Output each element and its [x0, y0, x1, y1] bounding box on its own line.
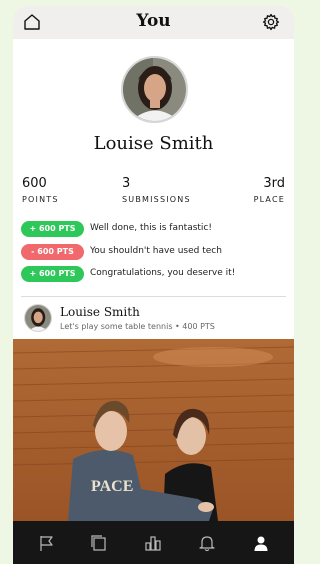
points-value: 600 [22, 176, 47, 191]
person-icon[interactable] [252, 534, 270, 552]
flag-icon[interactable] [38, 534, 56, 552]
activity-message: Congratulations, you deserve it! [90, 268, 236, 278]
cards-icon[interactable] [90, 534, 108, 552]
activity-message: You shouldn't have used tech [90, 246, 222, 256]
place-label: PLACE [253, 195, 285, 204]
submissions-value: 3 [122, 176, 131, 191]
profile-name: Louise Smith [93, 133, 214, 154]
points-badge: + 600 PTS [21, 221, 84, 237]
page-title: You [136, 11, 171, 31]
post-author-name[interactable]: Louise Smith [60, 305, 140, 319]
shirt-text: PACE [91, 478, 133, 495]
top-bar: You [13, 6, 294, 39]
post-photo[interactable]: PACE [13, 339, 294, 521]
post-subtitle: Let's play some table tennis • 400 PTS [60, 322, 215, 331]
place-value: 3rd [263, 176, 285, 191]
divider [21, 296, 286, 297]
points-badge: - 600 PTS [21, 244, 84, 260]
bell-icon[interactable] [198, 534, 216, 552]
activity-message: Well done, this is fantastic! [90, 223, 212, 233]
points-badge: + 600 PTS [21, 266, 84, 282]
bar-chart-icon[interactable] [144, 534, 162, 552]
post-author-avatar[interactable] [24, 304, 52, 332]
submissions-label: SUBMISSIONS [122, 195, 191, 204]
app-screen: You Louise Smith 600 POINTS 3 SUBMISSION… [13, 6, 294, 564]
gear-icon[interactable] [262, 13, 280, 31]
profile-avatar[interactable] [121, 56, 188, 123]
bottom-nav [13, 521, 294, 564]
points-label: POINTS [22, 195, 59, 204]
